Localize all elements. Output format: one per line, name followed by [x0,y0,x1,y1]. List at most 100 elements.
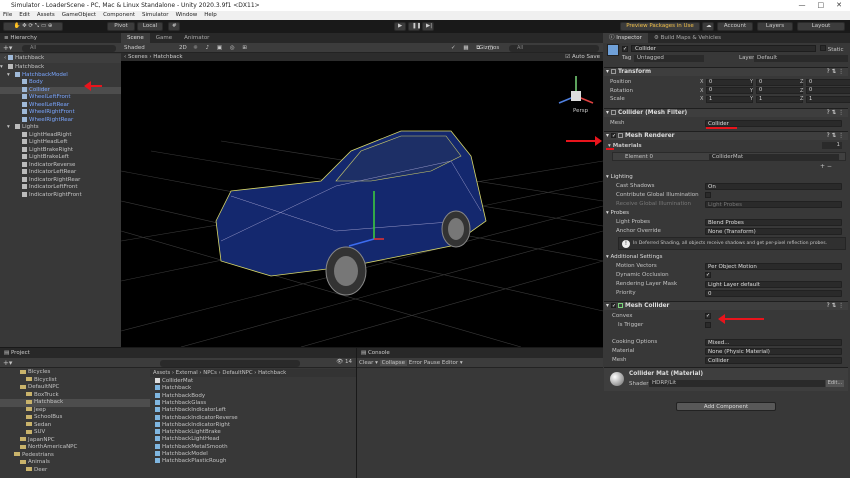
hierarchy-item[interactable]: IndicatorLeftFront [0,184,121,192]
tab-animator[interactable]: Animator [178,33,216,43]
project-path-segment[interactable]: DefaultNPC [222,370,252,376]
tab-inspector[interactable]: ⓘ Inspector [603,33,648,43]
transform-y-field[interactable]: 0 [756,78,803,86]
mesh-collider-header[interactable]: ▾ ✓ Mesh Collider? ⇅ ⋮ [604,301,848,310]
material-header[interactable]: Collider Mat (Material) Shader HDRP/Lit … [604,367,848,391]
probes-section[interactable]: ▾ Probes [606,210,629,216]
project-path-segment[interactable]: External [176,370,198,376]
project-path-segment[interactable]: Hatchback [258,370,286,376]
project-folder-item[interactable]: SUV [0,429,150,437]
project-folder-item[interactable]: Animals [0,459,150,467]
transform-tools[interactable]: ✋ ✥ ⟳ ⤡ ▭ ⊕ [3,22,63,31]
scene-view-icons[interactable]: ☼ ♪ ▣ ◎ ⊞ [193,43,250,53]
priority-field[interactable]: 0 [705,289,842,297]
transform-y-field[interactable]: 0 [756,87,803,94]
project-folder-item[interactable]: JapanNPC [0,437,150,445]
additional-settings-section[interactable]: ▾ Additional Settings [606,254,662,260]
hierarchy-item[interactable]: LightBrakeRight [0,146,121,155]
hierarchy-item[interactable]: WheelLeftRear [0,101,121,110]
scene-search-input[interactable]: All [509,44,599,52]
hierarchy-item[interactable]: LightBrakeLeft [0,154,121,162]
maximize-button[interactable]: □ [818,0,825,11]
hierarchy-search-input[interactable]: All [22,44,116,52]
transform-x-field[interactable]: 1 [706,95,753,103]
hierarchy-item[interactable]: IndicatorRightRear [0,176,121,185]
menu-help[interactable]: Help [204,11,217,20]
2d-toggle[interactable]: 2D [179,43,187,53]
console-editor-dropdown[interactable]: Editor [442,360,458,366]
project-folder-item[interactable]: BoxTruck [0,392,150,400]
physic-material-field[interactable]: None (Physic Material) [705,347,842,355]
project-folder-item[interactable]: NorthAmericaNPC [0,444,150,452]
object-name-field[interactable]: Collider [631,44,816,52]
light-probes-dropdown[interactable]: Blend Probes [705,218,842,226]
minimize-button[interactable]: — [799,0,806,11]
project-path-segment[interactable]: Assets [153,370,170,376]
prefab-header[interactable]: ‹ Hatchback [0,54,121,63]
auto-save-toggle[interactable]: ☑ Auto Save [565,53,600,61]
project-folder-item[interactable]: DefaultNPC [0,384,150,392]
menu-component[interactable]: Component [103,11,135,20]
cloud-icon[interactable]: ☁ [702,22,714,31]
cooking-options-dropdown[interactable]: Mixed... [705,338,842,346]
step-button[interactable]: ▶| [422,22,434,31]
anchor-override-field[interactable]: None (Transform) [705,227,842,235]
hierarchy-item[interactable]: IndicatorLeftRear [0,169,121,177]
hierarchy-item[interactable]: IndicatorRightFront [0,191,121,200]
breadcrumb-scenes[interactable]: Scenes [128,54,148,60]
project-path-segment[interactable]: NPCs [203,370,217,376]
hierarchy-item[interactable]: WheelLeftFront [0,94,121,102]
static-toggle[interactable]: Static [820,45,843,53]
tab-game[interactable]: Game [149,33,179,43]
menu-window[interactable]: Window [176,11,198,20]
transform-z-field[interactable]: 0 [806,78,850,86]
menu-file[interactable]: File [3,11,12,20]
contribute-gi-checkbox[interactable] [705,192,711,198]
pause-button[interactable]: ❚❚ [408,22,421,31]
project-folder-item[interactable]: Sedan [0,422,150,430]
hierarchy-item[interactable]: ▾ Hatchback [0,64,121,72]
menu-assets[interactable]: Assets [37,11,55,20]
shader-dropdown[interactable]: HDRP/Lit [649,380,825,387]
hierarchy-item[interactable]: WheelRightRear [0,116,121,125]
edit-shader-button[interactable]: Edit... [826,380,844,387]
account-dropdown[interactable]: Account [717,22,753,31]
is-trigger-checkbox[interactable] [705,322,711,328]
hierarchy-item[interactable]: ▾ Lights [0,124,121,132]
hierarchy-item[interactable]: ▾ HatchbackModel [0,71,121,80]
layer-dropdown[interactable]: Default [754,54,848,62]
project-folder-item[interactable]: Bicyclist [0,377,150,385]
orientation-gizmo[interactable]: Persp [558,76,594,114]
project-file-item[interactable]: HatchbackPlasticRough [155,458,345,466]
snap-icon[interactable]: # [168,22,180,31]
element0-field[interactable]: ColliderMat [709,153,839,161]
add-remove-material[interactable]: + − [820,163,832,170]
hierarchy-item[interactable]: Body [0,79,121,87]
project-folder-item[interactable]: Jeep [0,407,150,415]
add-component-button[interactable]: Add Component [676,402,776,411]
local-toggle[interactable]: Local [137,22,163,31]
transform-header[interactable]: ▾ Transform? ⇅ ⋮ [604,67,848,76]
scene-viewport[interactable]: Persp [121,61,603,347]
hierarchy-item[interactable]: IndicatorReverse [0,161,121,170]
transform-x-field[interactable]: 0 [706,87,753,94]
tag-dropdown[interactable]: Untagged [634,54,704,62]
project-folder-item[interactable]: Pedestrians [0,452,150,460]
gizmos-dropdown[interactable]: Gizmos [479,43,499,53]
menu-edit[interactable]: Edit [19,11,30,20]
project-folder-item[interactable]: Bicycles [0,369,150,377]
tab-build-maps[interactable]: ⚙ Build Maps & Vehicles [647,33,727,43]
menu-gameobject[interactable]: GameObject [62,11,96,20]
lighting-section[interactable]: ▾ Lighting [606,174,633,180]
mesh-renderer-header[interactable]: ▾ ✓ Mesh Renderer? ⇅ ⋮ [604,131,848,140]
transform-y-field[interactable]: 1 [756,95,803,103]
project-search-input[interactable] [160,359,300,367]
console-clear-button[interactable]: Clear [359,360,373,366]
transform-x-field[interactable]: 0 [706,78,753,86]
layout-dropdown[interactable]: Layout [797,22,845,31]
menu-simulator[interactable]: Simulator [142,11,169,20]
breadcrumb-hatchback[interactable]: Hatchback [153,54,182,60]
add-icon[interactable]: +▾ [3,44,12,52]
dynamic-occlusion-checkbox[interactable]: ✓ [705,272,711,278]
shading-dropdown[interactable]: Shaded [124,43,145,53]
